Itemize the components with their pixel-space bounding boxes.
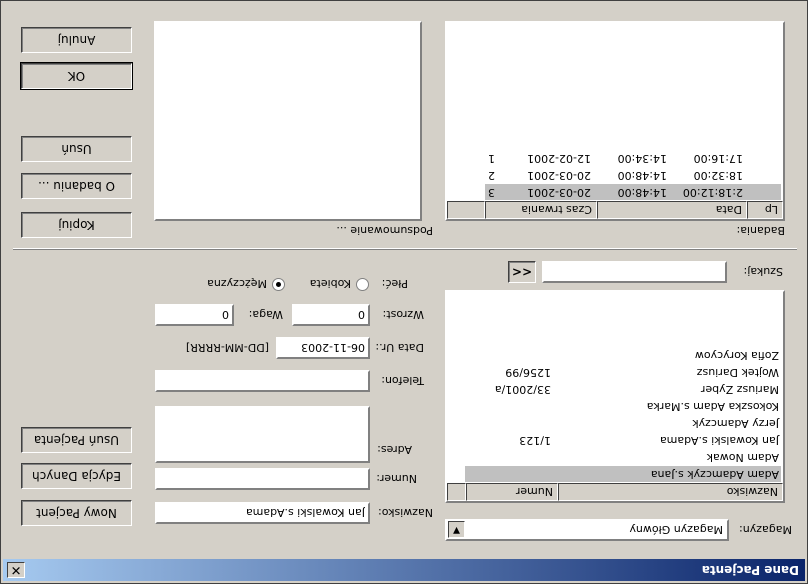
exam-time: 14:34:00	[617, 152, 667, 165]
close-icon: ✕	[10, 562, 22, 577]
ok-button[interactable]: OK	[20, 62, 133, 90]
height-field[interactable]	[292, 304, 370, 326]
patients-list[interactable]: Nazwisko Numer Adam Adamczyk s.Jana Adam…	[445, 290, 785, 503]
summary-label: Podsumowanie ...	[336, 224, 433, 237]
exams-col-filler	[447, 201, 485, 219]
chevron-down-icon[interactable]: ▼	[448, 521, 465, 538]
patient-name: Kokoszka Adam s.Marka	[646, 400, 779, 413]
patient-name: Adam Nowak	[706, 451, 779, 464]
warehouse-value: Magazyn Główny	[629, 523, 723, 536]
exams-list[interactable]: Lp Data Czas trwania 2:18:12:00 14:48:00…	[445, 21, 785, 221]
patients-rows: Adam Adamczyk s.Jana Adam Nowak Jan Kowa…	[463, 292, 783, 482]
exam-lp: 2	[488, 169, 495, 182]
exam-time: 14:48:00	[617, 186, 667, 199]
delete-exam-button[interactable]: Usuń	[21, 136, 132, 162]
exams-col-lp[interactable]: Lp	[747, 201, 783, 219]
patients-col-filler	[447, 483, 466, 501]
patients-col-number[interactable]: Numer	[466, 483, 558, 501]
surname-label: Nazwisko:	[378, 506, 433, 519]
table-row[interactable]: Kokoszka Adam s.Marka	[465, 398, 781, 414]
table-row[interactable]: Adam Nowak	[465, 449, 781, 465]
search-label: Szukaj:	[743, 265, 783, 278]
exam-date: 12-02-2001	[527, 152, 591, 165]
exam-duration: 2:18:12:00	[682, 186, 743, 199]
phone-label: Telefon:	[381, 374, 424, 387]
edit-data-button[interactable]: Edycja Danych	[21, 463, 132, 489]
address-label: Adres:	[377, 443, 412, 456]
section-divider	[13, 248, 797, 250]
table-row[interactable]: 18:32:00 14:48:00 20-03-2001 2	[485, 167, 781, 183]
exams-col-duration[interactable]: Czas trwania	[485, 201, 597, 219]
sex-female-label[interactable]: Kobieta	[310, 277, 351, 290]
patient-number: 1256/99	[505, 366, 551, 379]
table-row[interactable]: 2:18:12:00 14:48:00 20-03-2001 3	[485, 184, 781, 200]
table-row[interactable]: Jan Kowalski s.Adama 1/123	[465, 432, 781, 448]
table-row[interactable]: Mariusz Zyber 33/2001/a	[465, 381, 781, 397]
patient-number: 33/2001/a	[494, 383, 551, 396]
exams-col-date[interactable]: Data	[597, 201, 747, 219]
patient-name: Jerzy Adamczyk	[692, 417, 779, 430]
table-row[interactable]: Adam Adamczyk s.Jana	[465, 466, 781, 482]
warehouse-label: Magazyn:	[739, 523, 792, 536]
exam-date: 20-03-2001	[527, 186, 591, 199]
height-label: Wzrost:	[382, 308, 424, 321]
search-back-button[interactable]: <<	[508, 261, 536, 283]
exam-lp: 1	[488, 152, 495, 165]
title-bar[interactable]: Dane Pacjenta ✕	[3, 559, 805, 581]
patient-number: 1/123	[519, 434, 551, 447]
number-field[interactable]	[155, 468, 370, 490]
surname-field[interactable]	[155, 502, 370, 524]
new-patient-button[interactable]: Nowy Pacjent	[21, 500, 132, 526]
close-button[interactable]: ✕	[7, 562, 25, 578]
birth-date-hint: [DD-MM-RRRR]	[185, 341, 269, 354]
patient-name: Mariusz Zyber	[700, 383, 779, 396]
patient-name: Wojtek Dariusz	[696, 366, 779, 379]
weight-field[interactable]	[155, 304, 234, 326]
patient-data-window: Dane Pacjenta ✕ Magazyn: Magazyn Główny …	[0, 0, 808, 584]
window-title: Dane Pacjenta	[701, 563, 799, 577]
delete-patient-button[interactable]: Usuń Pacjenta	[21, 427, 132, 453]
sex-male-radio[interactable]	[272, 278, 285, 291]
address-field[interactable]	[155, 406, 370, 463]
patient-name: Zofia Korycyow	[694, 349, 779, 362]
birth-date-label: Data Ur.:	[375, 341, 424, 354]
sex-female-radio[interactable]	[356, 278, 369, 291]
radio-selected-dot	[276, 282, 281, 287]
exam-time: 14:48:00	[617, 169, 667, 182]
birth-date-field[interactable]	[276, 337, 370, 359]
number-label: Numer:	[376, 472, 417, 485]
copy-button[interactable]: Kopiuj	[21, 212, 132, 238]
weight-label: Waga:	[248, 308, 283, 321]
table-row[interactable]: 17:16:00 14:34:00 12-02-2001 1	[485, 150, 781, 166]
patient-name: Adam Adamczyk s.Jana	[650, 468, 779, 481]
table-row[interactable]: Zofia Korycyow	[465, 347, 781, 363]
patients-col-surname[interactable]: Nazwisko	[558, 483, 783, 501]
cancel-button[interactable]: Anuluj	[21, 27, 132, 53]
about-exam-button[interactable]: O badaniu ...	[21, 173, 132, 199]
exams-rows: 2:18:12:00 14:48:00 20-03-2001 3 18:32:0…	[483, 30, 783, 200]
warehouse-combo[interactable]: Magazyn Główny ▼	[445, 519, 729, 541]
exam-duration: 18:32:00	[693, 169, 743, 182]
patient-name: Jan Kowalski s.Adama	[659, 434, 779, 447]
phone-field[interactable]	[155, 370, 370, 392]
table-row[interactable]: Wojtek Dariusz 1256/99	[465, 364, 781, 380]
sex-label: Płeć:	[381, 277, 408, 290]
exam-lp: 3	[488, 186, 495, 199]
summary-box[interactable]	[154, 21, 422, 221]
sex-male-label[interactable]: Mężczyzna	[207, 277, 267, 290]
exam-date: 20-03-2001	[527, 169, 591, 182]
search-input[interactable]	[542, 261, 727, 283]
table-row[interactable]: Jerzy Adamczyk	[465, 415, 781, 431]
exam-duration: 17:16:00	[693, 152, 743, 165]
exams-label: Badania:	[736, 224, 786, 237]
